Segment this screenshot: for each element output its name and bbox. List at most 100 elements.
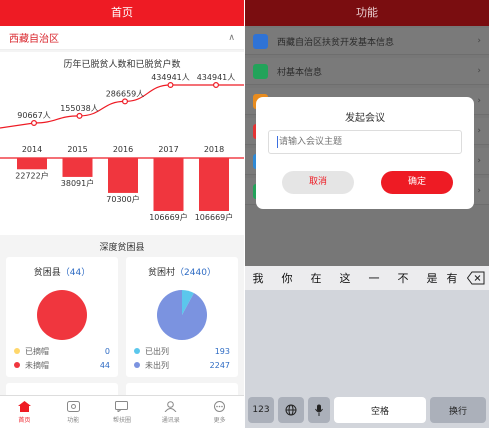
tick-label: 2015 (67, 145, 87, 154)
chart-canvas: 22722户 38091户 70300户 106669户 106669户 2014 2015… (0, 73, 244, 222)
legend-dot (134, 362, 140, 368)
card-title: 贫困村（2440） (126, 265, 238, 278)
candidate-word[interactable]: 在 (303, 270, 329, 286)
region-name: 西藏自治区 (9, 34, 59, 45)
info-icon (253, 33, 268, 49)
county-pie (37, 290, 87, 340)
poverty-chart: 历年已脱贫人数和已脱贫户数 22722户 38091户 70300户 106669户 1… (0, 52, 244, 235)
candidate-word[interactable]: 这 (332, 270, 358, 286)
microphone-icon[interactable] (308, 397, 330, 423)
chevron-right-icon: › (477, 156, 481, 166)
chevron-right-icon: › (477, 66, 481, 76)
tab-chat[interactable]: 帮扶圈 (98, 396, 147, 428)
candidate-word[interactable]: 我 (245, 270, 271, 286)
contacts-icon (164, 400, 178, 412)
data-label: 90667人 (17, 111, 50, 120)
function-icon (66, 400, 80, 412)
bar (153, 158, 184, 211)
village-icon (253, 63, 268, 79)
space-key[interactable]: 空格 (334, 397, 426, 423)
tab-home[interactable]: 首页 (0, 396, 49, 428)
legend-label: 未摘帽 (25, 360, 49, 370)
cancel-button[interactable]: 取消 (282, 171, 354, 194)
candidate-word[interactable]: 有 (439, 270, 465, 286)
card-count: （2440） (175, 268, 216, 278)
legend-value: 44 (99, 360, 110, 370)
legend-dot (14, 362, 20, 368)
globe-icon[interactable] (278, 397, 304, 423)
chevron-right-icon: › (477, 186, 481, 196)
keyboard-bottom-row: 123 空格 换行 (245, 397, 489, 423)
data-label: 434941人 (197, 73, 236, 82)
village-card[interactable]: 贫困村（2440） 已出列 193 未出列 2247 (126, 257, 238, 377)
tab-contacts[interactable]: 通讯录 (146, 396, 195, 428)
keyboard: 我 你 在 这 一 不 是 有 123 空格 换行 (245, 266, 489, 428)
card-title-label: 贫困村 (148, 268, 176, 278)
numbers-key[interactable]: 123 (248, 397, 274, 423)
card-title: 贫困县（44） (6, 265, 118, 278)
legend-row: 未摘帽 44 (14, 359, 110, 371)
tab-label: 更多 (213, 417, 226, 424)
chevron-right-icon: › (477, 126, 481, 136)
legend-dot (134, 348, 140, 354)
candidate-word[interactable]: 不 (390, 270, 416, 286)
line-point (121, 98, 128, 105)
candidate-word[interactable]: 你 (274, 270, 300, 286)
legend-value: 2247 (209, 360, 230, 370)
card-count: （44） (60, 268, 91, 278)
line-point (76, 112, 83, 119)
legend-row: 已摘帽 0 (14, 345, 110, 357)
legend-row: 已出列 193 (134, 345, 230, 357)
data-label: 155038人 (60, 104, 99, 113)
meeting-topic-input[interactable] (268, 130, 462, 154)
line-point (167, 82, 174, 89)
bar (108, 158, 138, 193)
legend-value: 0 (104, 346, 110, 356)
menu-item-label: 西藏自治区扶贫开发基本信息 (277, 37, 395, 48)
pie-slice (157, 290, 207, 340)
text-cursor (277, 136, 278, 148)
tab-more[interactable]: 更多 (195, 396, 244, 428)
card-title-label: 贫困县 (33, 268, 61, 278)
data-label: 38091户 (61, 178, 94, 188)
pie-slice (37, 290, 87, 340)
candidate-bar: 我 你 在 这 一 不 是 有 (245, 266, 489, 290)
legend-dot (14, 348, 20, 354)
chevron-right-icon: › (477, 96, 481, 106)
dialog-title: 发起会议 (345, 113, 385, 124)
data-label: 70300户 (106, 194, 139, 204)
backspace-icon[interactable] (466, 271, 485, 285)
chat-icon (115, 400, 129, 412)
page-title: 功能 (245, 0, 489, 26)
tab-bar: 首页 功能 帮扶圈 通讯录 更多 (0, 395, 244, 428)
legend-label: 已出列 (145, 346, 169, 356)
data-label: 106669户 (149, 212, 188, 222)
tab-function[interactable]: 功能 (49, 396, 98, 428)
chevron-up-icon: ∧ (228, 32, 235, 43)
legend-label: 未出列 (145, 360, 169, 370)
section-title: 深度贫困县 (99, 243, 145, 253)
page-title: 首页 (0, 0, 244, 26)
home-icon (17, 400, 31, 412)
chevron-right-icon: › (477, 36, 481, 46)
legend-value: 193 (214, 346, 230, 356)
candidate-word[interactable]: 一 (361, 270, 387, 286)
bar (199, 158, 229, 211)
return-key[interactable]: 换行 (430, 397, 486, 423)
menu-item-basic-info[interactable]: 西藏自治区扶贫开发基本信息 › (245, 28, 489, 55)
tab-label: 首页 (18, 417, 31, 424)
more-icon (213, 400, 227, 412)
county-card[interactable]: 贫困县（44） 已摘帽 0 未摘帽 44 (6, 257, 118, 377)
tick-label: 2018 (204, 145, 224, 154)
confirm-button[interactable]: 确定 (381, 171, 453, 194)
bar (62, 158, 93, 177)
tab-label: 通讯录 (161, 417, 180, 424)
tab-label: 功能 (67, 417, 80, 424)
region-selector[interactable]: 西藏自治区 ∧ (0, 26, 244, 50)
menu-item-village-info[interactable]: 村基本信息 › (245, 58, 489, 85)
bar (17, 158, 47, 170)
meeting-dialog: 发起会议 取消 确定 (256, 97, 474, 209)
data-label: 22722户 (15, 170, 48, 180)
data-label: 286659人 (106, 89, 145, 98)
legend-label: 已摘帽 (25, 346, 49, 356)
